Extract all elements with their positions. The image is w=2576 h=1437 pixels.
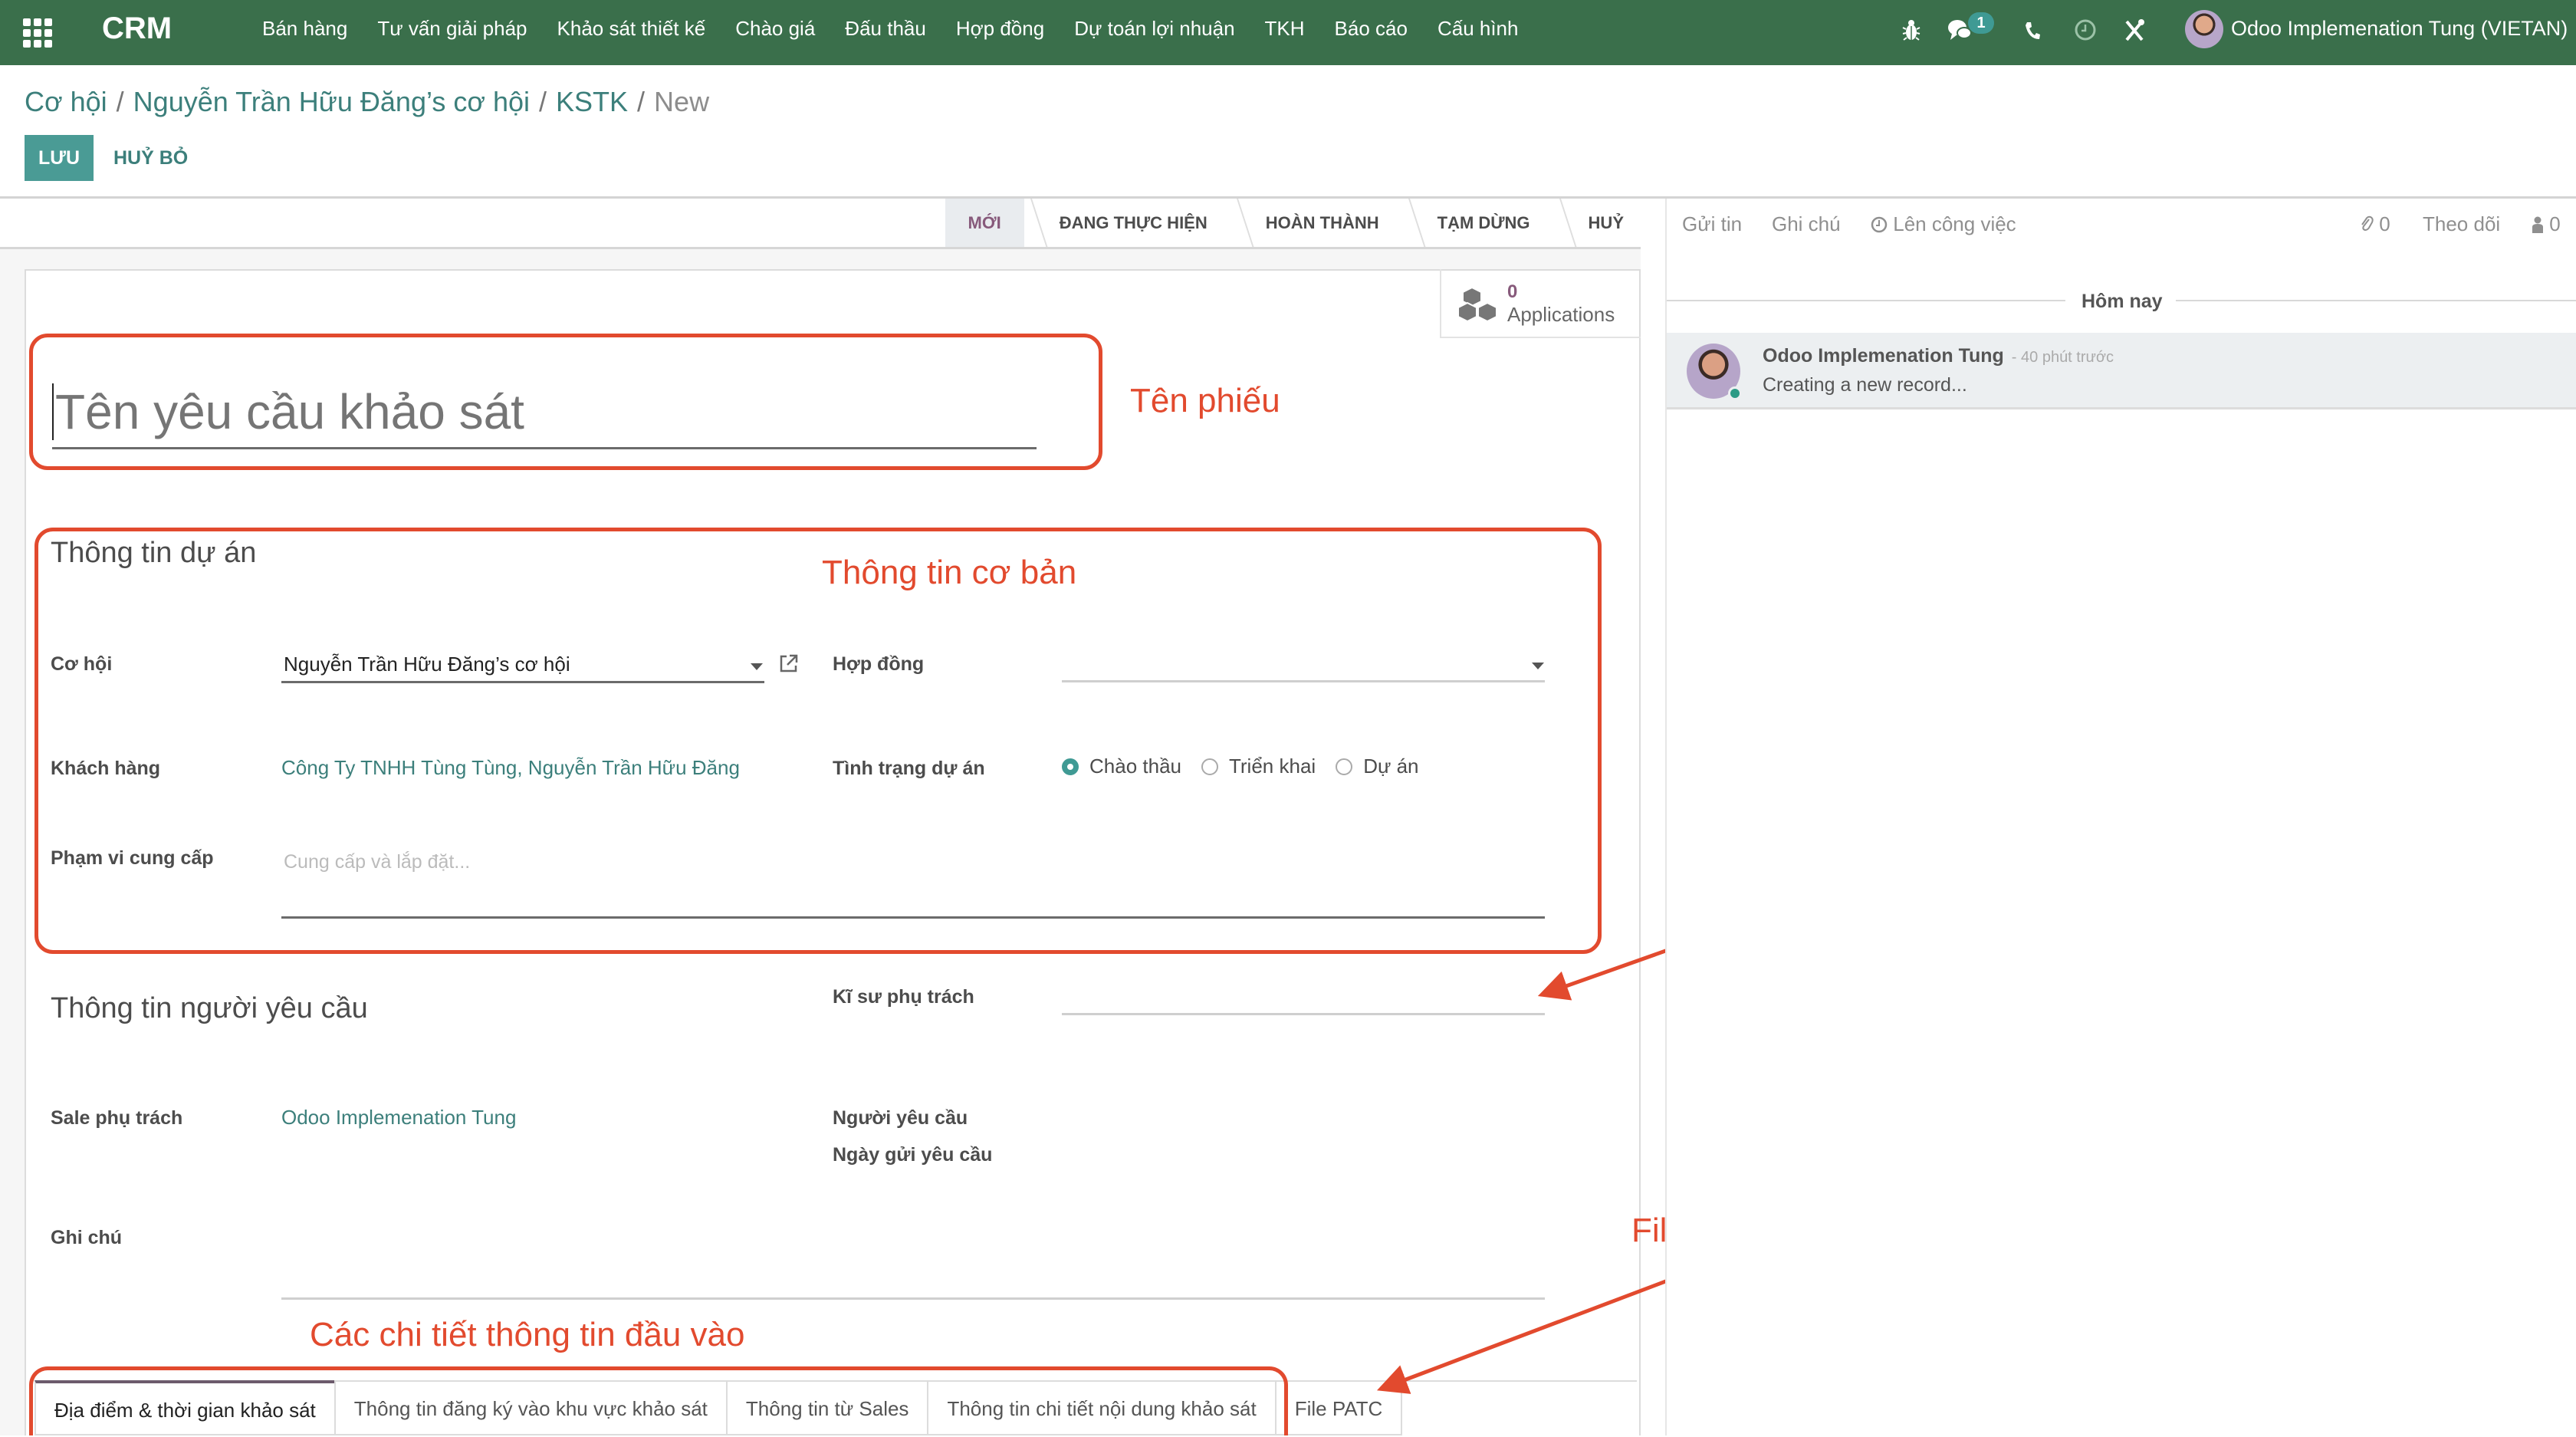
menu-tu-van-giai-phap[interactable]: Tư vấn giải pháp xyxy=(377,17,527,41)
breadcrumb-kstk[interactable]: KSTK xyxy=(556,86,628,117)
breadcrumb-separator: / xyxy=(538,86,547,117)
chatter-topbar: Gửi tin Ghi chú Lên công việc 0 Theo dõi… xyxy=(1667,199,2576,249)
menu-du-toan-loi-nhuan[interactable]: Dự toán lợi nhuận xyxy=(1074,17,1234,41)
cubes-icon xyxy=(1458,286,1497,321)
clock-icon xyxy=(1871,216,1888,233)
annotation-thong-tin-co-ban: Thông tin cơ bản xyxy=(822,554,1077,591)
ghi-chu-field[interactable] xyxy=(281,1297,1545,1300)
user-menu[interactable]: Odoo Implemenation Tung (VIETAN) xyxy=(2231,17,2568,41)
follow-button[interactable]: Theo dõi xyxy=(2423,212,2500,236)
stage-pipeline: MỚI ĐANG THỰC HIỆN HOÀN THÀNH TẠM DỪNG H… xyxy=(945,199,1641,247)
stage-tam-dung[interactable]: TẠM DỪNG xyxy=(1402,199,1553,247)
author-name[interactable]: Odoo Implemenation Tung xyxy=(1763,345,2004,367)
attachments-button[interactable]: 0 xyxy=(2360,212,2390,236)
tools-icon[interactable] xyxy=(2124,18,2145,43)
menu-ban-hang[interactable]: Bán hàng xyxy=(262,17,347,41)
breadcrumb-separator: / xyxy=(116,86,124,117)
label-ki-su-phu-trach: Kĩ sư phụ trách xyxy=(833,986,974,1008)
menu-tkh[interactable]: TKH xyxy=(1265,17,1305,41)
app-name[interactable]: CRM xyxy=(102,12,172,46)
separator-line xyxy=(2176,300,2576,301)
top-navbar: CRM Bán hàng Tư vấn giải pháp Khảo sát t… xyxy=(0,0,2576,65)
followers-button[interactable]: 0 xyxy=(2532,212,2561,236)
label-ghi-chu: Ghi chú xyxy=(51,1227,123,1248)
save-button[interactable]: LƯU xyxy=(25,135,94,181)
applications-smart-button[interactable]: 0 Applications xyxy=(1440,269,1641,338)
annotation-chi-tiet-note: Các chi tiết thông tin đầu vào xyxy=(310,1316,745,1353)
message-body: Creating a new record... xyxy=(1763,374,1967,396)
label-nguoi-yeu-cau: Người yêu cầu xyxy=(833,1107,968,1129)
date-separator-label: Hôm nay xyxy=(2082,291,2163,312)
schedule-activity-label: Lên công việc xyxy=(1893,212,2016,235)
form-statusbar: MỚI ĐANG THỰC HIỆN HOÀN THÀNH TẠM DỪNG H… xyxy=(0,199,1641,249)
stage-dang-thuc-hien[interactable]: ĐANG THỰC HIỆN xyxy=(1024,199,1230,247)
stage-hoan-thanh[interactable]: HOÀN THÀNH xyxy=(1230,199,1402,247)
chatter-panel: Gửi tin Ghi chú Lên công việc 0 Theo dõi… xyxy=(1665,199,2576,1435)
discard-button[interactable]: HUỶ BỎ xyxy=(113,135,188,181)
annotation-box-title xyxy=(29,334,1102,470)
online-status-icon xyxy=(1728,386,1742,400)
annotation-box-basic-info xyxy=(34,528,1602,954)
breadcrumb: Cơ hội / Nguyễn Trần Hữu Đăng’s cơ hội / KST… xyxy=(25,86,709,118)
stage-moi[interactable]: MỚI xyxy=(945,199,1024,247)
breadcrumb-current: New xyxy=(654,86,710,117)
bug-icon[interactable] xyxy=(1902,18,1921,43)
message-author[interactable]: Odoo Implemenation Tung - 40 phút trước xyxy=(1763,345,2114,367)
applications-count: 0 xyxy=(1507,281,1518,302)
ki-su-phu-trach-field[interactable] xyxy=(1062,1013,1545,1015)
log-note-button[interactable]: Ghi chú xyxy=(1772,212,1841,236)
menu-chao-gia[interactable]: Chào giá xyxy=(735,17,815,41)
message-time: - 40 phút trước xyxy=(2011,349,2114,366)
sale-phu-trach-value[interactable]: Odoo Implemenation Tung xyxy=(281,1106,516,1130)
applications-label: Applications xyxy=(1507,303,1615,326)
menu-hop-dong[interactable]: Hợp đồng xyxy=(956,17,1044,41)
breadcrumb-separator: / xyxy=(637,86,646,117)
menu-khao-sat-thiet-ke[interactable]: Khảo sát thiết kế xyxy=(557,17,706,41)
annotation-box-tabs xyxy=(29,1366,1288,1435)
user-avatar[interactable] xyxy=(2185,10,2223,48)
menu-cau-hinh[interactable]: Cấu hình xyxy=(1438,17,1519,41)
menu-dau-thau[interactable]: Đấu thầu xyxy=(845,17,926,41)
followers-count: 0 xyxy=(2549,212,2561,235)
annotation-ten-phieu: Tên phiếu xyxy=(1130,382,1280,419)
breadcrumb-opportunity[interactable]: Nguyễn Trần Hữu Đăng’s cơ hội xyxy=(133,86,530,117)
attachments-count: 0 xyxy=(2379,212,2390,235)
send-message-button[interactable]: Gửi tin xyxy=(1682,212,1742,236)
messages-badge: 1 xyxy=(1968,12,1994,34)
tab-file-patc[interactable]: File PATC xyxy=(1274,1380,1403,1434)
phone-icon[interactable] xyxy=(2024,21,2041,41)
apps-grid-icon[interactable] xyxy=(23,18,52,48)
label-sale-phu-trach: Sale phụ trách xyxy=(51,1107,183,1129)
label-ngay-gui-yeu-cau: Ngày gửi yêu cầu xyxy=(833,1144,993,1166)
paperclip-icon xyxy=(2361,215,2374,232)
user-icon xyxy=(2532,216,2543,233)
main-menu: Bán hàng Tư vấn giải pháp Khảo sát thiết… xyxy=(262,17,1548,41)
chatter-message: Odoo Implemenation Tung - 40 phút trước C… xyxy=(1667,333,2576,409)
separator-line xyxy=(1667,300,2065,301)
breadcrumb-co-hoi[interactable]: Cơ hội xyxy=(25,86,107,117)
clock-icon[interactable] xyxy=(2074,18,2097,41)
date-separator: Hôm nay xyxy=(1667,291,2576,312)
menu-bao-cao[interactable]: Báo cáo xyxy=(1335,17,1408,41)
schedule-activity-button[interactable]: Lên công việc xyxy=(1871,212,2016,236)
section-requester-info: Thông tin người yêu cầu xyxy=(51,992,368,1024)
